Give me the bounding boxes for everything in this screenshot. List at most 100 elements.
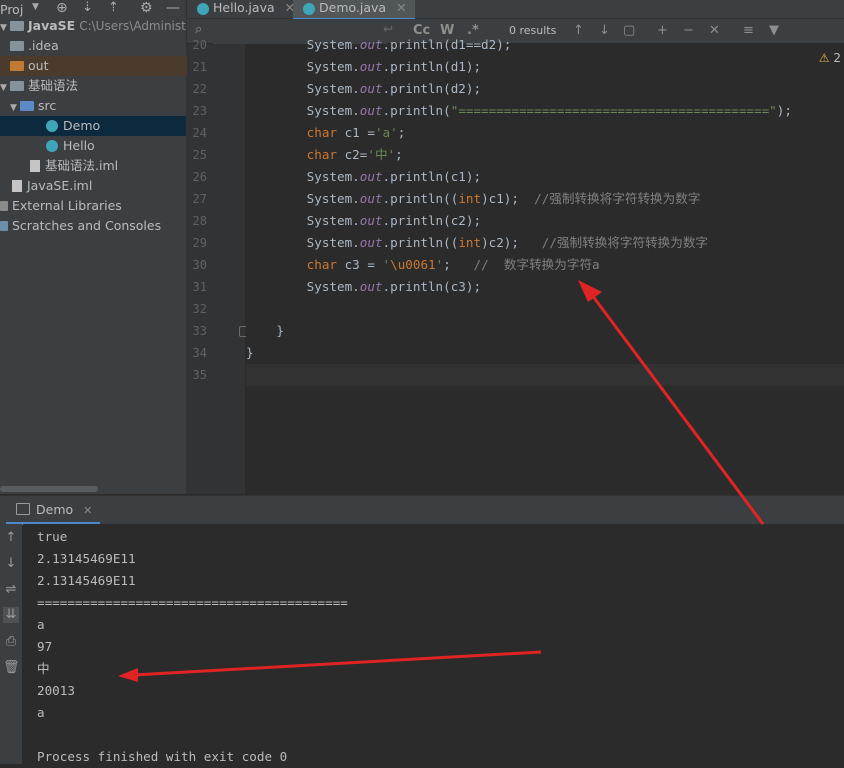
project-panel: Proj ▼ ⊕ ⇣ ⇡ ⚙ — ▼ JavaSE C:\Users\Admini… xyxy=(0,0,210,494)
chevron-down-icon[interactable]: ▼ xyxy=(0,78,10,98)
code-line[interactable]: char c1 ='a'; xyxy=(246,122,406,144)
soft-wrap-icon[interactable]: ⇌ xyxy=(3,582,19,598)
code-line[interactable]: System.out.println(d1); xyxy=(246,56,481,78)
chevron-down-icon[interactable]: ▼ xyxy=(10,98,20,118)
tree-item-src[interactable]: ▼ src xyxy=(0,96,196,116)
print-icon[interactable]: ⎙ xyxy=(3,634,19,650)
iml-file-icon xyxy=(30,160,40,172)
line-number: 35 xyxy=(192,368,207,382)
toggle-selection-icon[interactable]: ✕ xyxy=(709,22,720,40)
tree-label: JavaSE xyxy=(28,18,76,33)
line-number: 20 xyxy=(192,38,207,52)
libraries-icon xyxy=(0,201,8,211)
run-tab-label: Demo xyxy=(36,502,74,517)
warning-icon: ⚠ xyxy=(818,51,830,65)
tree-label: out xyxy=(28,58,49,73)
tree-item-module[interactable]: ▼ 基础语法 xyxy=(0,76,186,96)
warning-count: 2 xyxy=(833,51,841,65)
tab-hello-java[interactable]: Hello.java ✕ xyxy=(187,0,303,18)
console-line: a xyxy=(37,617,45,632)
tree-label: Hello xyxy=(63,138,95,153)
line-number: 29 xyxy=(192,236,207,250)
remove-selection-icon[interactable]: − xyxy=(683,22,694,40)
tab-label: Hello.java xyxy=(213,0,275,15)
editor-tab-bar: Hello.java ✕ Demo.java ✕ xyxy=(187,0,844,20)
line-number: 21 xyxy=(192,60,207,74)
code-editor[interactable]: System.out.println(d1==d2); System.out.p… xyxy=(246,37,844,494)
code-line[interactable]: System.out.println(c3); xyxy=(246,276,481,298)
line-number: 26 xyxy=(192,170,207,184)
tree-item-external-libraries[interactable]: External Libraries xyxy=(0,196,186,216)
line-number: 25 xyxy=(192,148,207,162)
code-line[interactable]: System.out.println(c1); xyxy=(246,166,481,188)
arrow-down-icon[interactable]: ↓ xyxy=(3,556,19,572)
arrow-up-icon[interactable]: ↑ xyxy=(3,530,19,546)
code-line[interactable]: System.out.println("====================… xyxy=(246,100,792,122)
code-line[interactable]: System.out.println(d1==d2); xyxy=(246,34,512,56)
tree-label: Demo xyxy=(63,118,101,133)
run-tool-window-header: Demo ✕ xyxy=(0,495,844,525)
console-line: 20013 xyxy=(37,683,75,698)
close-icon[interactable]: ✕ xyxy=(83,504,92,517)
add-selection-icon[interactable]: + xyxy=(657,22,668,40)
horizontal-scrollbar[interactable] xyxy=(0,486,98,492)
code-line[interactable]: System.out.println(d2); xyxy=(246,78,481,100)
select-all-occurrences-icon[interactable]: ▢ xyxy=(623,22,635,40)
code-line[interactable]: } xyxy=(246,320,284,342)
tree-item-idea[interactable]: .idea xyxy=(0,36,196,56)
expand-all-icon[interactable]: ⇣ xyxy=(82,0,93,15)
tree-item-demo[interactable]: Demo xyxy=(0,116,186,136)
project-panel-title[interactable]: Proj xyxy=(0,2,23,17)
editor-gutter: 20 21 22 23 24 25 26 27 28 29 30 31 32 33 34 35 xyxy=(187,38,248,494)
code-line[interactable]: } xyxy=(246,342,254,364)
tree-item-javase-iml[interactable]: JavaSE.iml xyxy=(0,176,186,196)
console-line: true xyxy=(37,529,68,544)
code-line[interactable]: System.out.println((int)c1); //强制转换将字符转换… xyxy=(246,188,701,210)
minimize-icon[interactable]: — xyxy=(166,0,180,16)
line-number: 30 xyxy=(192,258,207,272)
run-toolbar: ↑ ↓ ⇌ ⇊ ⎙ 🗑 xyxy=(0,524,22,764)
console-output[interactable]: true 2.13145469E11 2.13145469E11 ==========… xyxy=(23,524,844,764)
tree-item-scratches[interactable]: Scratches and Consoles xyxy=(0,216,186,236)
tree-label: src xyxy=(38,98,57,113)
code-line[interactable] xyxy=(246,364,844,386)
previous-occurrence-icon[interactable]: ↑ xyxy=(573,22,584,40)
tab-demo-java[interactable]: Demo.java ✕ xyxy=(293,0,415,20)
scroll-to-end-icon[interactable]: ⇊ xyxy=(3,607,19,623)
module-folder-icon xyxy=(10,21,24,31)
run-tab-demo[interactable]: Demo ✕ xyxy=(6,496,101,525)
console-line: Process finished with exit code 0 xyxy=(37,749,288,764)
tree-item-hello[interactable]: Hello xyxy=(0,136,186,156)
tree-item-out[interactable]: out xyxy=(0,56,196,76)
inspection-widget[interactable]: ⚠ 2 xyxy=(819,51,841,65)
console-line: 中 xyxy=(37,661,50,676)
code-line[interactable]: char c3 = '\u0061'; // 数字转换为字符a xyxy=(246,254,600,276)
source-folder-icon xyxy=(20,101,34,111)
tab-label: Demo.java xyxy=(319,0,387,15)
code-line[interactable]: char c2='中'; xyxy=(246,144,403,166)
tree-item-javase[interactable]: ▼ JavaSE C:\Users\Administrato xyxy=(0,16,210,38)
line-number: 23 xyxy=(192,104,207,118)
project-view-dropdown-icon[interactable]: ▼ xyxy=(32,2,39,12)
gear-icon[interactable]: ⚙ xyxy=(140,0,153,16)
line-number: 33 xyxy=(192,324,207,338)
chevron-down-icon[interactable]: ▼ xyxy=(0,18,10,38)
iml-file-icon xyxy=(12,180,22,192)
collapse-all-icon[interactable]: ⇡ xyxy=(108,0,119,15)
class-icon xyxy=(303,3,315,15)
close-icon[interactable]: ✕ xyxy=(396,0,406,15)
tree-label: Scratches and Consoles xyxy=(12,218,162,233)
console-line: 97 xyxy=(37,639,53,654)
scratches-icon xyxy=(0,221,8,231)
next-occurrence-icon[interactable]: ↓ xyxy=(599,22,610,40)
filter-icon[interactable]: ▼ xyxy=(769,22,779,40)
code-line[interactable]: System.out.println((int)c2); //强制转换将字符转换… xyxy=(246,232,708,254)
tree-label: 基础语法.iml xyxy=(45,158,119,173)
trash-icon[interactable]: 🗑 xyxy=(3,660,20,676)
filter-options-icon[interactable]: ≡ xyxy=(743,22,754,40)
module-folder-icon xyxy=(10,81,24,91)
tree-item-module-iml[interactable]: 基础语法.iml xyxy=(0,156,186,176)
run-console-icon xyxy=(16,503,30,515)
locate-icon[interactable]: ⊕ xyxy=(56,0,68,16)
code-line[interactable]: System.out.println(c2); xyxy=(246,210,481,232)
